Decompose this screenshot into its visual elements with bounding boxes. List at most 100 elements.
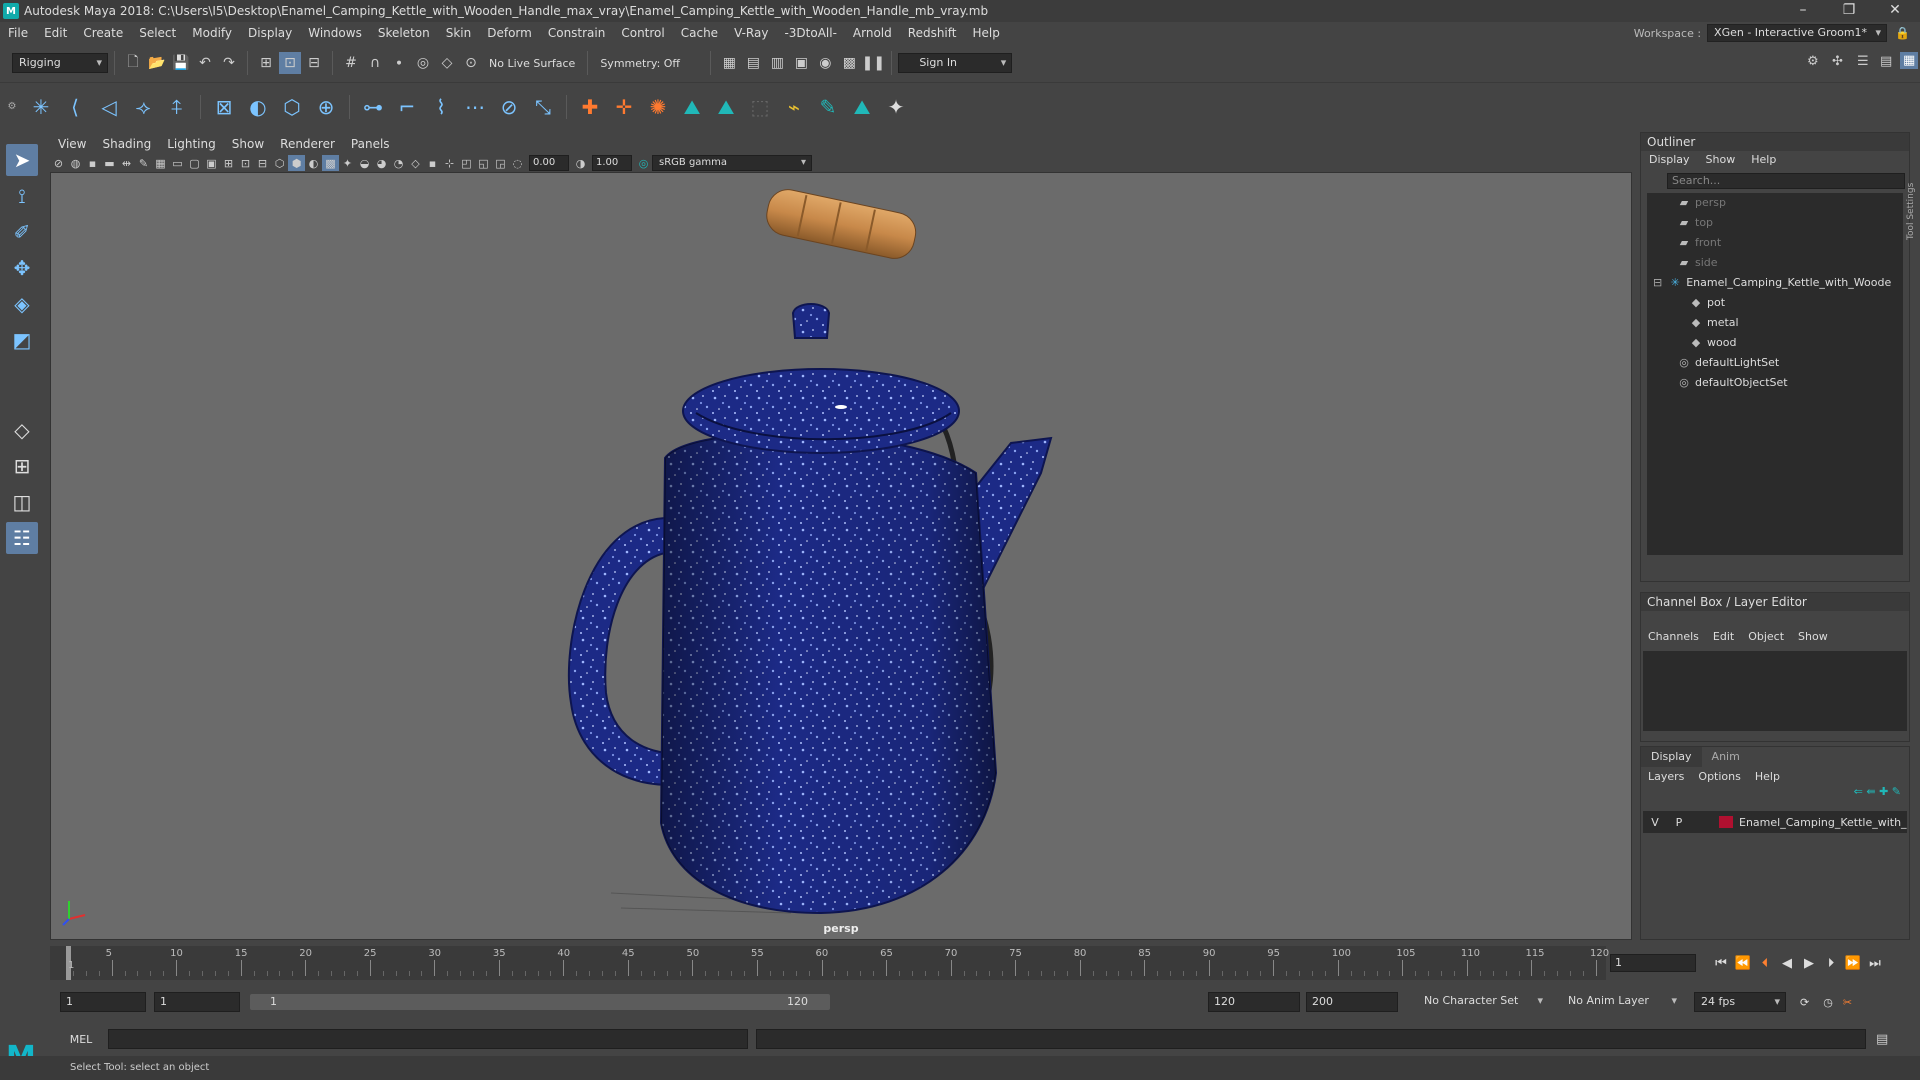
snap-curve-icon[interactable]: ∩: [364, 52, 386, 74]
xray-icon[interactable]: ◰: [458, 155, 475, 171]
snap-grid-icon[interactable]: #: [340, 52, 362, 74]
grease-pencil-icon[interactable]: ✎: [135, 155, 152, 171]
colorspace-dropdown[interactable]: sRGB gamma: [652, 155, 812, 171]
shadows-icon[interactable]: ◒: [356, 155, 373, 171]
layer-menu-options[interactable]: Options: [1691, 770, 1747, 783]
layer-menu-layers[interactable]: Layers: [1641, 770, 1691, 783]
channel-box-icon[interactable]: ▦: [1900, 52, 1919, 69]
point-constraint-icon[interactable]: ✺: [643, 92, 673, 122]
auto-key-icon[interactable]: ◷: [1823, 996, 1833, 1009]
bend-icon[interactable]: ⌐: [392, 92, 422, 122]
animation-start-field[interactable]: 1: [60, 992, 146, 1012]
snap-surface-icon[interactable]: ◇: [436, 52, 458, 74]
menu-redshift[interactable]: Redshift: [900, 22, 965, 44]
menu-set-dropdown[interactable]: Rigging: [12, 53, 108, 73]
menu-file[interactable]: File: [0, 22, 36, 44]
snap-live-icon[interactable]: ⊙: [460, 52, 482, 74]
xray-joints-icon[interactable]: ◱: [475, 155, 492, 171]
attribute-editor-icon[interactable]: ☰: [1857, 54, 1869, 69]
tool-settings-tab[interactable]: Tool Settings: [1906, 140, 1920, 240]
motion-blur-icon[interactable]: ◔: [390, 155, 407, 171]
character-set-dropdown[interactable]: No Character Set: [1418, 992, 1548, 1012]
workspace-dropdown[interactable]: XGen - Interactive Groom1*: [1707, 24, 1888, 42]
gamma-field[interactable]: 1.00: [592, 155, 632, 171]
select-tool-icon[interactable]: ➤: [6, 144, 38, 176]
pin-icon[interactable]: ✦: [881, 92, 911, 122]
outliner-item[interactable]: ◆ wood: [1647, 333, 1903, 353]
command-input[interactable]: [108, 1029, 748, 1049]
layout-icon[interactable]: ☷: [6, 522, 38, 554]
camera-select-icon[interactable]: ⊘: [50, 155, 67, 171]
menu-windows[interactable]: Windows: [300, 22, 370, 44]
layer-action-icons[interactable]: ⇐ ⇚ ✚ ✎: [1641, 785, 1909, 807]
bookmark-icon[interactable]: ▪: [84, 155, 101, 171]
tool-settings-icon[interactable]: ▤: [1880, 54, 1892, 69]
outliner-item[interactable]: ⊟ ✳ Enamel_Camping_Kettle_with_Woode: [1647, 273, 1903, 293]
backface-icon[interactable]: ◲: [492, 155, 509, 171]
four-view-icon[interactable]: ⊞: [6, 450, 38, 482]
persp-outliner-icon[interactable]: ◫: [6, 486, 38, 518]
outliner-search-input[interactable]: Search...: [1667, 173, 1905, 189]
outliner-item[interactable]: ◆ pot: [1647, 293, 1903, 313]
menu-arnold[interactable]: Arnold: [845, 22, 900, 44]
channel-box-menu-channels[interactable]: Channels: [1641, 630, 1706, 643]
placeholder-icon[interactable]: ⬚: [745, 92, 775, 122]
hypershade-icon[interactable]: ◉: [814, 52, 836, 74]
layer-color-swatch[interactable]: [1719, 816, 1733, 828]
time-slider[interactable]: 1 5 10 15 20 25 30 35 40 45 50 55 60 65 70 75 80 85 90 95 1…: [50, 946, 1609, 980]
lasso-tool-icon[interactable]: ⟟: [6, 180, 38, 212]
open-scene-icon[interactable]: 📂: [146, 52, 168, 74]
smooth-shade-icon[interactable]: ⬢: [288, 155, 305, 171]
exposure-icon[interactable]: ◌: [509, 155, 526, 171]
menu-display[interactable]: Display: [240, 22, 300, 44]
minimize-button[interactable]: –: [1780, 0, 1826, 22]
outliner-menu-display[interactable]: Display: [1641, 151, 1698, 169]
2d-pan-icon[interactable]: ⇹: [118, 155, 135, 171]
ambient-occlusion-icon[interactable]: ◕: [373, 155, 390, 171]
exposure-field[interactable]: 0.00: [529, 155, 569, 171]
menu-modify[interactable]: Modify: [184, 22, 240, 44]
field-chart-icon[interactable]: ⊞: [220, 155, 237, 171]
gamma-icon[interactable]: ◑: [572, 155, 589, 171]
redo-icon[interactable]: ↷: [218, 52, 240, 74]
undo-icon[interactable]: ↶: [194, 52, 216, 74]
shelf-options-icon[interactable]: ⚙: [0, 101, 24, 112]
menu-create[interactable]: Create: [75, 22, 131, 44]
menu-skeleton[interactable]: Skeleton: [370, 22, 438, 44]
snap-point-icon[interactable]: ∙: [388, 52, 410, 74]
outliner-menu-help[interactable]: Help: [1743, 151, 1784, 169]
layer-visibility-toggle[interactable]: V: [1643, 816, 1667, 829]
viewport-menu-panels[interactable]: Panels: [343, 134, 398, 154]
aim-constraint-icon[interactable]: ⛰: [711, 92, 741, 122]
wrap-deformer-icon[interactable]: ⊕: [311, 92, 341, 122]
anti-alias-icon[interactable]: ◇: [407, 155, 424, 171]
anim-prefs-icon[interactable]: ✂: [1843, 996, 1852, 1009]
layer-row[interactable]: V P Enamel_Camping_Kettle_with_: [1643, 811, 1907, 833]
go-to-end-icon[interactable]: ⏭: [1864, 952, 1886, 974]
parent-constraint-icon[interactable]: ✛: [609, 92, 639, 122]
menu-deform[interactable]: Deform: [479, 22, 540, 44]
save-scene-icon[interactable]: 💾: [170, 52, 192, 74]
step-back-frame-icon[interactable]: ⏴: [1754, 952, 1776, 974]
locator-icon[interactable]: ✚: [575, 92, 605, 122]
render-sequence-icon[interactable]: ▤: [742, 52, 764, 74]
step-forward-key-icon[interactable]: ⏩: [1842, 952, 1864, 974]
select-component-icon[interactable]: ⊟: [303, 52, 325, 74]
ik-handle-icon[interactable]: ⟨: [60, 92, 90, 122]
fps-dropdown[interactable]: 24 fps: [1694, 992, 1786, 1012]
modeling-toolkit-icon[interactable]: ✣: [1832, 54, 1843, 69]
menu-v-ray[interactable]: V-Ray: [726, 22, 776, 44]
menu-control[interactable]: Control: [613, 22, 672, 44]
safe-action-icon[interactable]: ⊡: [237, 155, 254, 171]
outliner-tree[interactable]: ▰ persp ▰ top ▰ front ▰ side ⊟ ✳ Enamel_Camping_Ke…: [1647, 193, 1903, 555]
layer-tab-anim[interactable]: Anim: [1702, 747, 1750, 767]
play-backward-icon[interactable]: ◀: [1776, 952, 1798, 974]
snap-view-icon[interactable]: ◎: [412, 52, 434, 74]
paint-weights-icon[interactable]: ◐: [243, 92, 273, 122]
symmetry-dropdown[interactable]: Symmetry: Off: [594, 57, 704, 70]
collapse-icon[interactable]: ⊟: [1653, 273, 1662, 293]
outliner-item[interactable]: ◎ defaultLightSet: [1647, 353, 1903, 373]
humanik-icon[interactable]: ⍏: [162, 92, 192, 122]
viewport-menu-shading[interactable]: Shading: [94, 134, 159, 154]
textured-icon[interactable]: ▩: [322, 155, 339, 171]
